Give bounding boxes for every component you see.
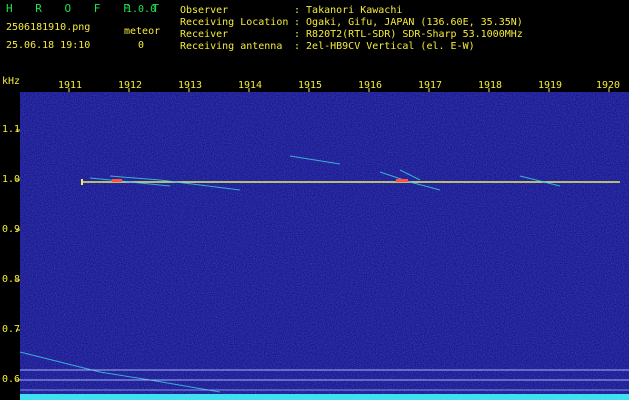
spectrogram-plot bbox=[16, 88, 629, 400]
spectrum-bar bbox=[20, 394, 629, 400]
noise-layer bbox=[20, 92, 629, 400]
y-ticks bbox=[16, 129, 20, 381]
x-ticks bbox=[68, 88, 610, 92]
